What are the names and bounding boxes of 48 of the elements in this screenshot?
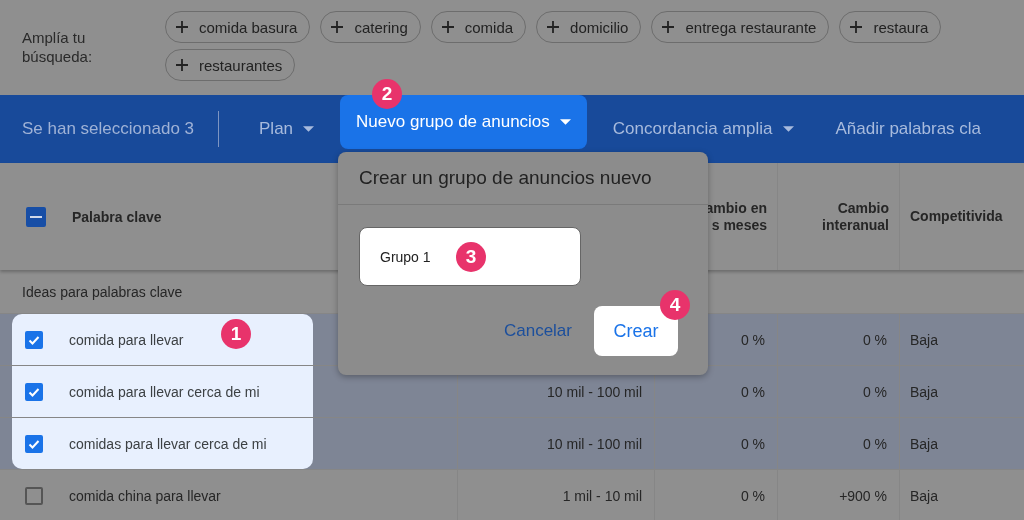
table-cell: Baja bbox=[910, 487, 939, 504]
table-cell: 0 % bbox=[862, 435, 887, 452]
plus-icon bbox=[546, 20, 561, 34]
toolbar-menu-button[interactable]: Plan bbox=[243, 102, 331, 156]
selection-count: Se han seleccionado 3 bbox=[22, 119, 195, 139]
plus-icon bbox=[440, 20, 455, 34]
table-cell: 0 % bbox=[740, 487, 765, 504]
keyword-text: comida para llevar bbox=[69, 331, 184, 348]
table-cell: Baja bbox=[910, 331, 939, 348]
table-cell: 1 mil - 10 mil bbox=[562, 487, 642, 504]
keyword-text: comidas para llevar cerca de mi bbox=[69, 435, 267, 452]
plus-icon bbox=[330, 20, 345, 34]
caret-icon bbox=[303, 126, 315, 132]
table-cell: 0 % bbox=[740, 435, 765, 452]
column-header: Cambio interanual bbox=[821, 199, 889, 234]
step-number-badge: 2 bbox=[372, 79, 403, 109]
section-label: Ideas para palabras clave bbox=[22, 283, 183, 300]
table-cell: 0 % bbox=[740, 331, 765, 348]
table-cell: Baja bbox=[910, 435, 939, 452]
column-header: Palabra clave bbox=[72, 208, 162, 225]
plus-icon bbox=[849, 20, 864, 34]
group-name-field[interactable]: Grupo 1 3 bbox=[359, 227, 581, 286]
table-cell: 0 % bbox=[740, 383, 765, 400]
dialog-title: Crear un grupo de anuncios nuevo bbox=[338, 152, 708, 205]
table-cell: Baja bbox=[910, 383, 939, 400]
table-cell: 10 mil - 100 mil bbox=[547, 383, 642, 400]
table-cell: 0 % bbox=[862, 331, 887, 348]
step-number-badge: 3 bbox=[456, 242, 486, 272]
toolbar-menu-button[interactable]: Añadir palabras cla bbox=[819, 102, 998, 156]
table-cell: 10 mil - 100 mil bbox=[547, 435, 642, 452]
keyword-text: comida para llevar cerca de mi bbox=[69, 383, 260, 400]
plus-icon bbox=[175, 58, 189, 72]
table-cell: 0 % bbox=[862, 383, 887, 400]
expand-search-label: Amplía tu búsqueda: bbox=[22, 28, 94, 67]
table-cell: +900 % bbox=[839, 487, 887, 504]
keyword-text: comida china para llevar bbox=[69, 487, 221, 504]
step-number-badge: 4 bbox=[660, 290, 690, 320]
row-checkbox[interactable] bbox=[25, 434, 43, 453]
caret-icon bbox=[782, 126, 794, 132]
select-all-checkbox[interactable] bbox=[26, 206, 46, 227]
row-checkbox[interactable] bbox=[25, 330, 43, 349]
caret-icon bbox=[559, 119, 571, 125]
step-number-badge: 1 bbox=[221, 319, 251, 349]
row-checkbox[interactable] bbox=[25, 486, 43, 505]
plus-icon bbox=[661, 20, 676, 34]
plus-icon bbox=[175, 20, 189, 34]
row-checkbox[interactable] bbox=[25, 382, 43, 401]
column-header: Competitivida bbox=[910, 208, 1003, 225]
